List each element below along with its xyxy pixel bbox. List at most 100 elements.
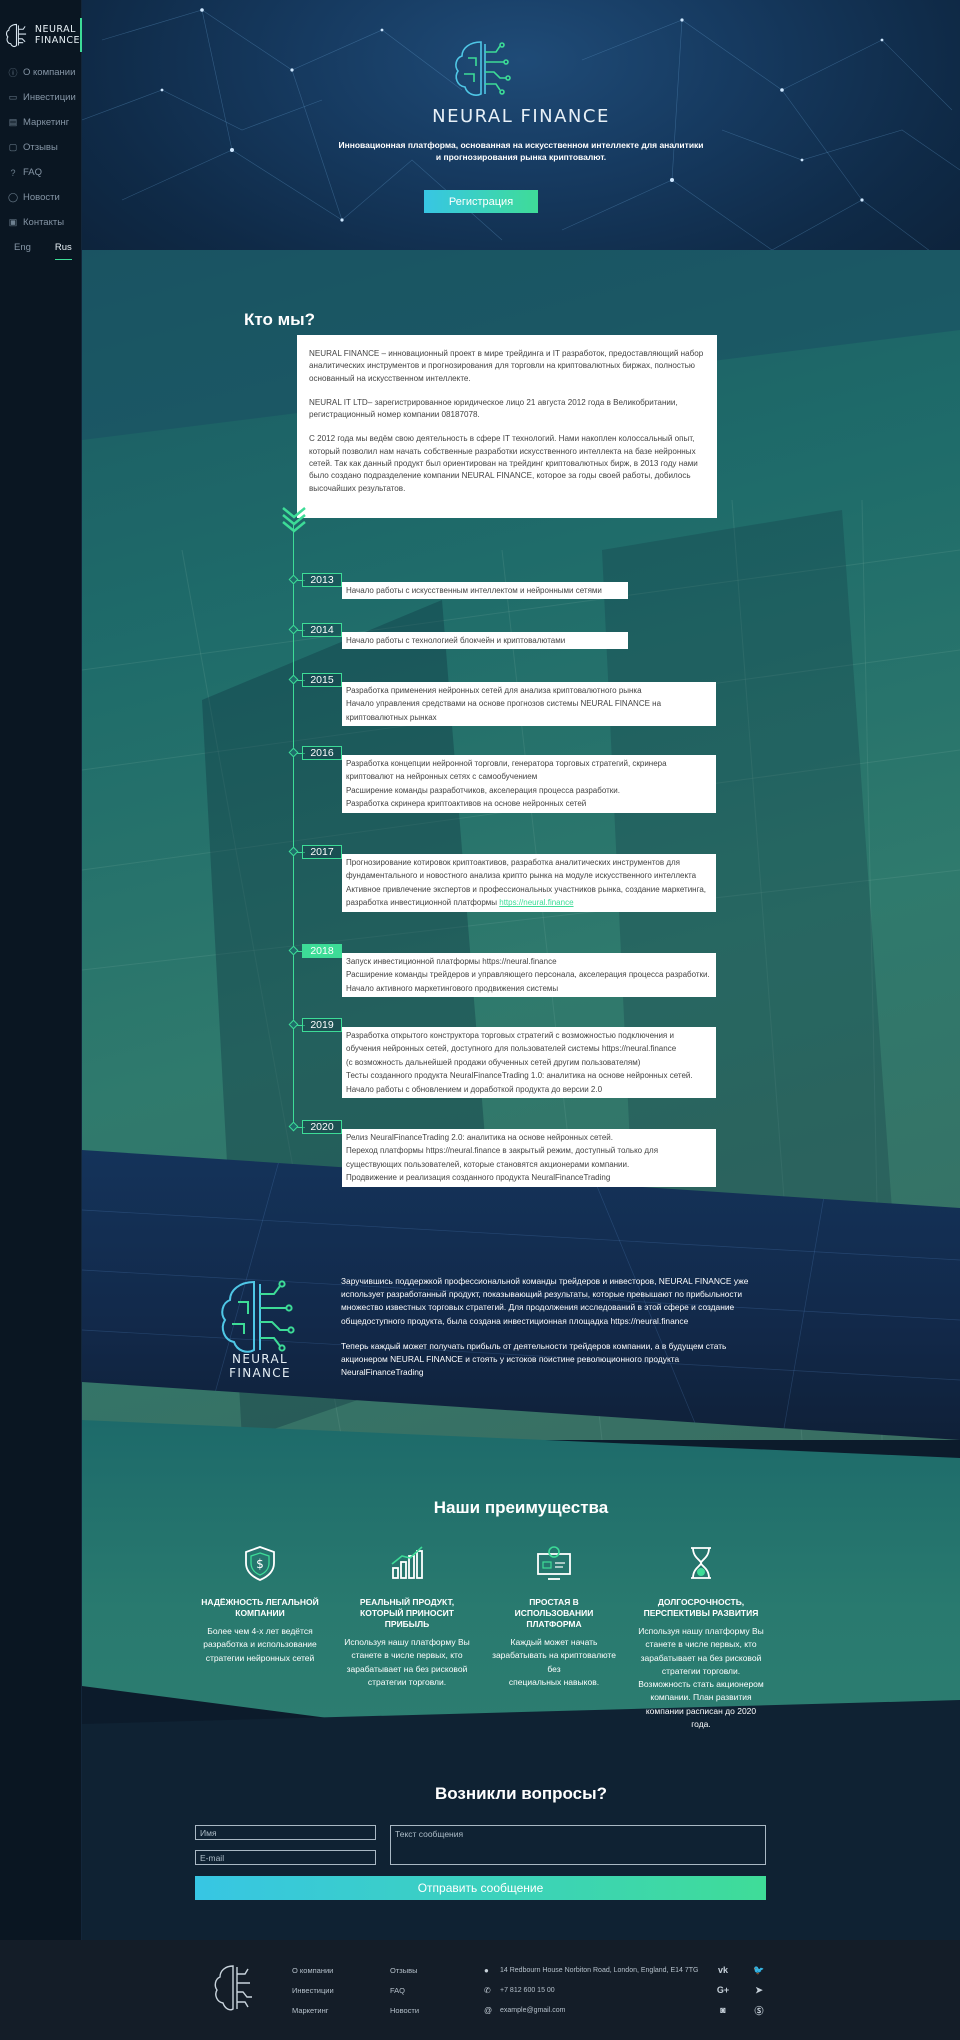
register-button[interactable]: Регистрация — [424, 190, 538, 213]
timeline-year: 2018 — [302, 944, 342, 958]
advantage-title-line: ПЕРСПЕКТИВЫ РАЗВИТИЯ — [643, 1608, 759, 1618]
sidebar-item-contacts[interactable]: ▣ Контакты — [8, 210, 76, 235]
info-icon: ⓘ — [8, 68, 18, 78]
sidebar-item-news[interactable]: ◯ Новости — [8, 185, 76, 210]
timeline-year: 2015 — [302, 673, 342, 687]
timeline-line-text: существующих пользователей, которые стан… — [346, 1159, 630, 1169]
about-card: NEURAL FINANCE – инновационный проект в … — [297, 335, 717, 518]
advantage-desc-line: Возможность стать акционером — [638, 1679, 764, 1690]
advantage-desc-line: Используя нашу платформу Вы — [638, 1626, 764, 1636]
globe-icon: ◯ — [7, 192, 19, 202]
hero-subtitle: Инновационная платформа, основанная на и… — [82, 139, 960, 163]
question-icon: ? — [10, 167, 16, 178]
footer-link-faq[interactable]: FAQ — [390, 1986, 405, 1995]
timeline-year: 2020 — [302, 1120, 342, 1134]
advantage-desc-line: Более чем 4-х лет ведётся — [207, 1626, 313, 1636]
timeline-card: Прогнозирование котировок криптоактивов,… — [342, 854, 716, 912]
timeline-year: 2016 — [302, 746, 342, 760]
advantage-desc-line: компании. План развития — [650, 1692, 752, 1703]
timeline-line-text: Тесты созданного продукта NeuralFinanceT… — [346, 1071, 693, 1081]
instagram-icon[interactable]: ◙ — [716, 2004, 730, 2016]
timeline-line-text: обучения нейронных сетей, доступного для… — [346, 1044, 677, 1054]
hero-subtitle-line: Инновационная платформа, основанная на и… — [338, 140, 704, 150]
contacts-icon: ▣ — [8, 217, 18, 227]
growth-chart-icon — [391, 1546, 423, 1579]
mission-paragraph: Заручившись поддержкой профессиональной … — [341, 1276, 749, 1326]
advantage-desc-line: специальных навыков. — [508, 1676, 600, 1687]
advantage-title-line: КОТОРЫЙ ПРИНОСИТ ПРИБЫЛЬ — [360, 1608, 454, 1629]
about-paragraph: NEURAL FINANCE – инновационный проект в … — [309, 349, 704, 383]
person-icon: ● — [484, 1966, 489, 1975]
sidebar-item-label: Новости — [23, 192, 60, 203]
timeline-line-text: Продвижение и реализация созданного прод… — [346, 1173, 611, 1183]
timeline-card: Разработка открытого конструктора торгов… — [342, 1027, 716, 1099]
timeline-line-text: разработка инвестиционной платформы http… — [346, 896, 712, 909]
timeline-line-text: фундаментального и новостного анализа кр… — [346, 871, 697, 881]
advantage-title: НАДЁЖНОСТЬ ЛЕГАЛЬНОЙ КОМПАНИИ — [195, 1597, 325, 1619]
sidebar-item-label: Инвестиции — [23, 92, 76, 103]
hero-title: NEURAL FINANCE — [432, 106, 610, 127]
platform-link[interactable]: https://neural.finance — [499, 898, 573, 907]
footer-link-marketing[interactable]: Маркетинг — [292, 2006, 328, 2015]
timeline-line-text: Разработка применения нейронных сетей дл… — [346, 686, 642, 695]
timeline-card: Разработка применения нейронных сетей дл… — [342, 682, 716, 727]
footer-email: @ example@gmail.com — [484, 2006, 565, 2015]
lang-eng[interactable]: Eng — [14, 242, 31, 260]
at-icon: @ — [484, 2006, 493, 2015]
sidebar-brand: NEURAL FINANCE — [35, 24, 80, 46]
timeline-year: 2019 — [302, 1018, 342, 1032]
timeline-line-text: Расширение команды разработчиков, акселе… — [346, 785, 620, 795]
footer-link-reviews[interactable]: Отзывы — [390, 1966, 417, 1975]
timeline-line-text: Запуск инвестиционной платформы https://… — [346, 957, 557, 966]
mission-text: Заручившись поддержкой профессиональной … — [341, 1275, 763, 1391]
timeline-line-text: криптовалют на нейронных сетях с самообу… — [346, 772, 538, 782]
advantage-title-line: ПРОСТАЯ В ИСПОЛЬЗОВАНИИ — [514, 1597, 594, 1618]
sidebar-item-about[interactable]: ⓘ О компании — [8, 60, 76, 85]
sidebar-item-faq[interactable]: ? FAQ — [8, 160, 76, 185]
footer-link-about[interactable]: О компании — [292, 1966, 333, 1975]
send-message-button[interactable]: Отправить сообщение — [195, 1876, 766, 1900]
footer-address-text: 14 Redbourn House Norbiton Road, London,… — [500, 1967, 699, 1974]
timeline-card: Запуск инвестиционной платформы https://… — [342, 953, 716, 998]
advantage-title-line: КОМПАНИИ — [235, 1608, 285, 1618]
advantage-desc-line: Используя нашу платформу Вы — [344, 1637, 470, 1647]
email-input[interactable] — [195, 1850, 376, 1865]
timeline-card: Начало работы с технологией блокчейн и к… — [342, 632, 628, 650]
advantage-item: ПРОСТАЯ В ИСПОЛЬЗОВАНИИ ПЛАТФОРМА Каждый … — [489, 1544, 619, 1689]
timeline-year: 2017 — [302, 845, 342, 859]
wallet-icon: ▭ — [8, 92, 18, 102]
vk-icon[interactable]: vk — [716, 1964, 730, 1976]
footer-address: ● 14 Redbourn House Norbiton Road, London… — [484, 1966, 698, 1975]
twitter-icon[interactable]: 🐦 — [752, 1964, 766, 1976]
google-plus-icon[interactable]: G+ — [716, 1984, 730, 1996]
advantage-title: ПРОСТАЯ В ИСПОЛЬЗОВАНИИ ПЛАТФОРМА — [489, 1597, 619, 1630]
timeline-line-text: криптовалютных рынках — [346, 712, 437, 722]
sidebar-menu: ⓘ О компании ▭ Инвестиции ▤ Маркетинг ▢ Отзы… — [8, 60, 76, 235]
sidebar-item-marketing[interactable]: ▤ Маркетинг — [8, 110, 76, 135]
skype-icon[interactable]: Ⓢ — [752, 2004, 766, 2016]
about-paragraph: NEURAL IT LTD– зарегистрированное юридич… — [309, 397, 678, 420]
advantage-title: ДОЛГОСРОЧНОСТЬ, ПЕРСПЕКТИВЫ РАЗВИТИЯ — [636, 1597, 766, 1619]
advantage-title-line: ПЛАТФОРМА — [526, 1619, 582, 1629]
advantage-desc-line: стратегии нейронных сетей — [205, 1652, 315, 1663]
message-textarea[interactable] — [390, 1825, 766, 1865]
timeline-line-text: Расширение команды трейдеров и управляющ… — [346, 970, 710, 980]
name-input[interactable] — [195, 1825, 376, 1840]
mission-paragraph: Теперь каждый может получать прибыль от … — [341, 1340, 727, 1378]
advantage-desc-line: стратегии торговли. — [661, 1665, 741, 1676]
timeline-card: Разработка концепции нейронной торговли,… — [342, 755, 716, 813]
footer-link-news[interactable]: Новости — [390, 2006, 419, 2015]
footer-email-text: example@gmail.com — [500, 2007, 566, 2014]
sidebar-item-label: Маркетинг — [23, 117, 70, 128]
timeline-line-text: (с возможность дальнейшей продажи обучен… — [346, 1057, 641, 1067]
timeline-line-text: Разработка скринера криптоактивов на осн… — [346, 799, 587, 809]
sidebar-item-reviews[interactable]: ▢ Отзывы — [8, 135, 76, 160]
telegram-icon[interactable]: ➤ — [752, 1984, 766, 1996]
sidebar-logo[interactable]: NEURAL FINANCE — [4, 18, 82, 52]
timeline-year: 2014 — [302, 623, 342, 637]
advantage-desc-line: разработка и использование — [203, 1639, 317, 1650]
advantage-title-line: РЕАЛЬНЫЙ ПРОДУКТ, — [359, 1597, 455, 1607]
footer-link-investments[interactable]: Инвестиции — [292, 1986, 334, 1995]
lang-rus[interactable]: Rus — [54, 242, 72, 260]
sidebar-item-investments[interactable]: ▭ Инвестиции — [8, 85, 76, 110]
